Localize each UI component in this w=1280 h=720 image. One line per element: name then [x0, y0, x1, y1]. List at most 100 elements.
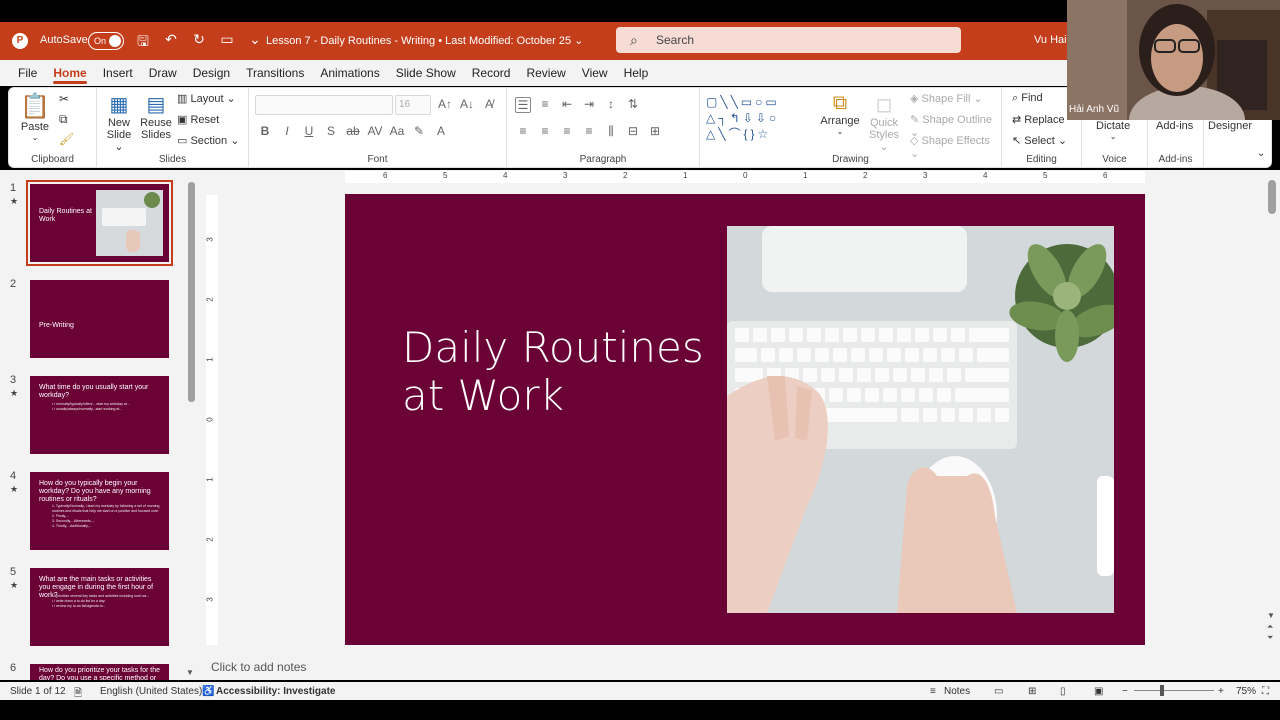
slide-show-icon[interactable]: ▣	[1094, 686, 1103, 697]
save-icon[interactable]: 🖫	[133, 31, 153, 55]
collapse-ribbon-icon[interactable]: ⌄	[1257, 148, 1265, 159]
tab-review[interactable]: Review	[518, 60, 573, 86]
shape-fill-button[interactable]: ◈ Shape Fill ⌄	[910, 92, 983, 105]
font-color-icon[interactable]: A	[433, 124, 449, 138]
customize-qat-icon[interactable]: ⌄	[245, 31, 265, 55]
user-name[interactable]: Vu Hai	[1034, 34, 1067, 46]
tab-design[interactable]: Design	[185, 60, 238, 86]
find-button[interactable]: ⌕ Find	[1012, 92, 1043, 105]
shapes-gallery[interactable]: ▢╲╲▭○▭ △┐↰⇩⇩○ △╲⌒{}☆	[706, 94, 810, 142]
zoom-slider-thumb[interactable]	[1160, 685, 1164, 696]
strikethrough-icon[interactable]: ab	[345, 124, 361, 138]
zoom-level[interactable]: 75%	[1236, 686, 1256, 697]
shadow-icon[interactable]: S	[323, 124, 339, 138]
shape-effects-icon: ◇	[910, 135, 919, 147]
slide-thumbnail-1[interactable]: Daily Routines at Work	[26, 180, 173, 266]
thumbnail-scrollbar[interactable]	[188, 182, 195, 402]
tab-transitions[interactable]: Transitions	[238, 60, 312, 86]
normal-view-icon[interactable]: ▭	[994, 686, 1003, 697]
zoom-out-icon[interactable]: −	[1122, 686, 1128, 697]
undo-icon[interactable]: ↶	[161, 31, 181, 55]
arrange-button[interactable]: ⧉ Arrange ⌄	[820, 92, 860, 136]
notes-button[interactable]: Notes	[944, 686, 970, 697]
slide-thumbnail-5[interactable]: What are the main tasks or activities yo…	[30, 568, 169, 646]
layout-button[interactable]: ▥ Layout ⌄	[177, 92, 236, 105]
select-button[interactable]: ↖ Select ⌄	[1012, 134, 1067, 147]
ruler-tick: 1	[683, 171, 688, 180]
zoom-in-icon[interactable]: +	[1218, 686, 1224, 697]
new-slide-button[interactable]: ▦ New Slide ⌄	[103, 92, 135, 153]
slide-thumbnail-4[interactable]: How do you typically begin your workday?…	[30, 472, 169, 550]
slide-scrollbar[interactable]	[1268, 180, 1276, 214]
tab-home[interactable]: Home	[45, 60, 94, 86]
justify-icon[interactable]: ≡	[581, 124, 597, 139]
character-spacing-icon[interactable]: AV	[367, 124, 383, 138]
reset-button[interactable]: ▣ Reset	[177, 113, 219, 126]
zoom-slider-track[interactable]	[1134, 690, 1214, 691]
align-left-icon[interactable]: ≡	[515, 124, 531, 139]
cut-icon[interactable]: ✂	[59, 92, 69, 106]
clear-formatting-icon[interactable]: A̸	[481, 97, 497, 111]
copy-icon[interactable]: ⧉	[59, 112, 68, 127]
dictate-button[interactable]: Dictate ⌄	[1096, 120, 1130, 141]
addins-button[interactable]: Add-ins	[1156, 120, 1193, 132]
paste-label: Paste	[20, 121, 50, 133]
language-indicator[interactable]: English (United States)	[100, 686, 202, 697]
reuse-slides-button[interactable]: ▤ Reuse Slides	[139, 92, 173, 141]
tab-help[interactable]: Help	[616, 60, 657, 86]
underline-icon[interactable]: U	[301, 124, 317, 138]
slide-photo[interactable]	[727, 226, 1114, 613]
previous-slide-icon[interactable]: ⏶	[1267, 621, 1275, 632]
slide-thumbnail-2[interactable]: Pre-Writing	[30, 280, 169, 358]
autosave-toggle[interactable]: On	[88, 32, 124, 50]
reading-view-icon[interactable]: ▯	[1060, 686, 1066, 697]
italic-icon[interactable]: I	[279, 124, 295, 138]
next-slide-icon[interactable]: ⏷	[1267, 632, 1275, 643]
font-family-dropdown[interactable]	[255, 95, 393, 115]
increase-indent-icon[interactable]: ⇥	[581, 97, 597, 113]
font-size-dropdown[interactable]: 16	[395, 95, 431, 115]
tab-file[interactable]: File	[10, 60, 45, 86]
bullets-icon[interactable]: ☰	[515, 97, 531, 113]
align-right-icon[interactable]: ≡	[559, 124, 575, 139]
format-painter-icon[interactable]: 🖌	[59, 132, 74, 146]
section-button[interactable]: ▭ Section ⌄	[177, 134, 239, 147]
fit-to-window-icon[interactable]: ⛶	[1262, 686, 1269, 697]
search-box[interactable]: ⌕ Search	[616, 27, 961, 53]
present-icon[interactable]: ▭	[217, 31, 237, 55]
accessibility-status[interactable]: Accessibility: Investigate	[216, 686, 336, 697]
redo-icon[interactable]: ↻	[189, 31, 209, 55]
smartart-icon[interactable]: ⊞	[647, 124, 663, 139]
text-direction-icon[interactable]: ⇅	[625, 97, 641, 113]
align-center-icon[interactable]: ≡	[537, 124, 553, 139]
replace-button[interactable]: ⇄ Replace	[1012, 113, 1065, 126]
decrease-font-size-icon[interactable]: A↓	[459, 97, 475, 111]
slide-canvas[interactable]: Daily Routines at Work	[345, 194, 1145, 645]
tab-draw[interactable]: Draw	[141, 60, 185, 86]
designer-button[interactable]: Designer	[1208, 120, 1252, 132]
quick-styles-button[interactable]: ◻ Quick Styles ⌄	[864, 92, 904, 153]
highlight-icon[interactable]: ✎	[411, 124, 427, 138]
increase-font-size-icon[interactable]: A↑	[437, 97, 453, 111]
align-text-icon[interactable]: ⊟	[625, 124, 641, 139]
line-spacing-icon[interactable]: ↕	[603, 97, 619, 113]
slide-title[interactable]: Daily Routines at Work	[402, 324, 704, 420]
tab-insert[interactable]: Insert	[95, 60, 141, 86]
slide-sorter-icon[interactable]: ⊞	[1028, 686, 1036, 697]
slide-thumbnail-6[interactable]: How do you prioritize your tasks for the…	[30, 664, 169, 680]
tab-view[interactable]: View	[574, 60, 616, 86]
tab-slide-show[interactable]: Slide Show	[388, 60, 464, 86]
scroll-down-icon[interactable]: ▼	[1267, 610, 1275, 621]
tab-record[interactable]: Record	[464, 60, 519, 86]
numbering-icon[interactable]: ≡	[537, 97, 553, 113]
document-title[interactable]: Lesson 7 - Daily Routines - Writing • La…	[266, 34, 583, 47]
bold-icon[interactable]: B	[257, 124, 273, 138]
tab-animations[interactable]: Animations	[312, 60, 387, 86]
decrease-indent-icon[interactable]: ⇤	[559, 97, 575, 113]
columns-icon[interactable]: ⫼	[603, 124, 619, 139]
paste-button[interactable]: 📋 Paste ⌄	[17, 92, 53, 142]
change-case-icon[interactable]: Aa	[389, 124, 405, 138]
slide-thumbnail-3[interactable]: What time do you usually start your work…	[30, 376, 169, 454]
notes-placeholder[interactable]: Click to add notes	[211, 660, 306, 674]
scroll-down-icon[interactable]: ▼	[186, 668, 194, 677]
